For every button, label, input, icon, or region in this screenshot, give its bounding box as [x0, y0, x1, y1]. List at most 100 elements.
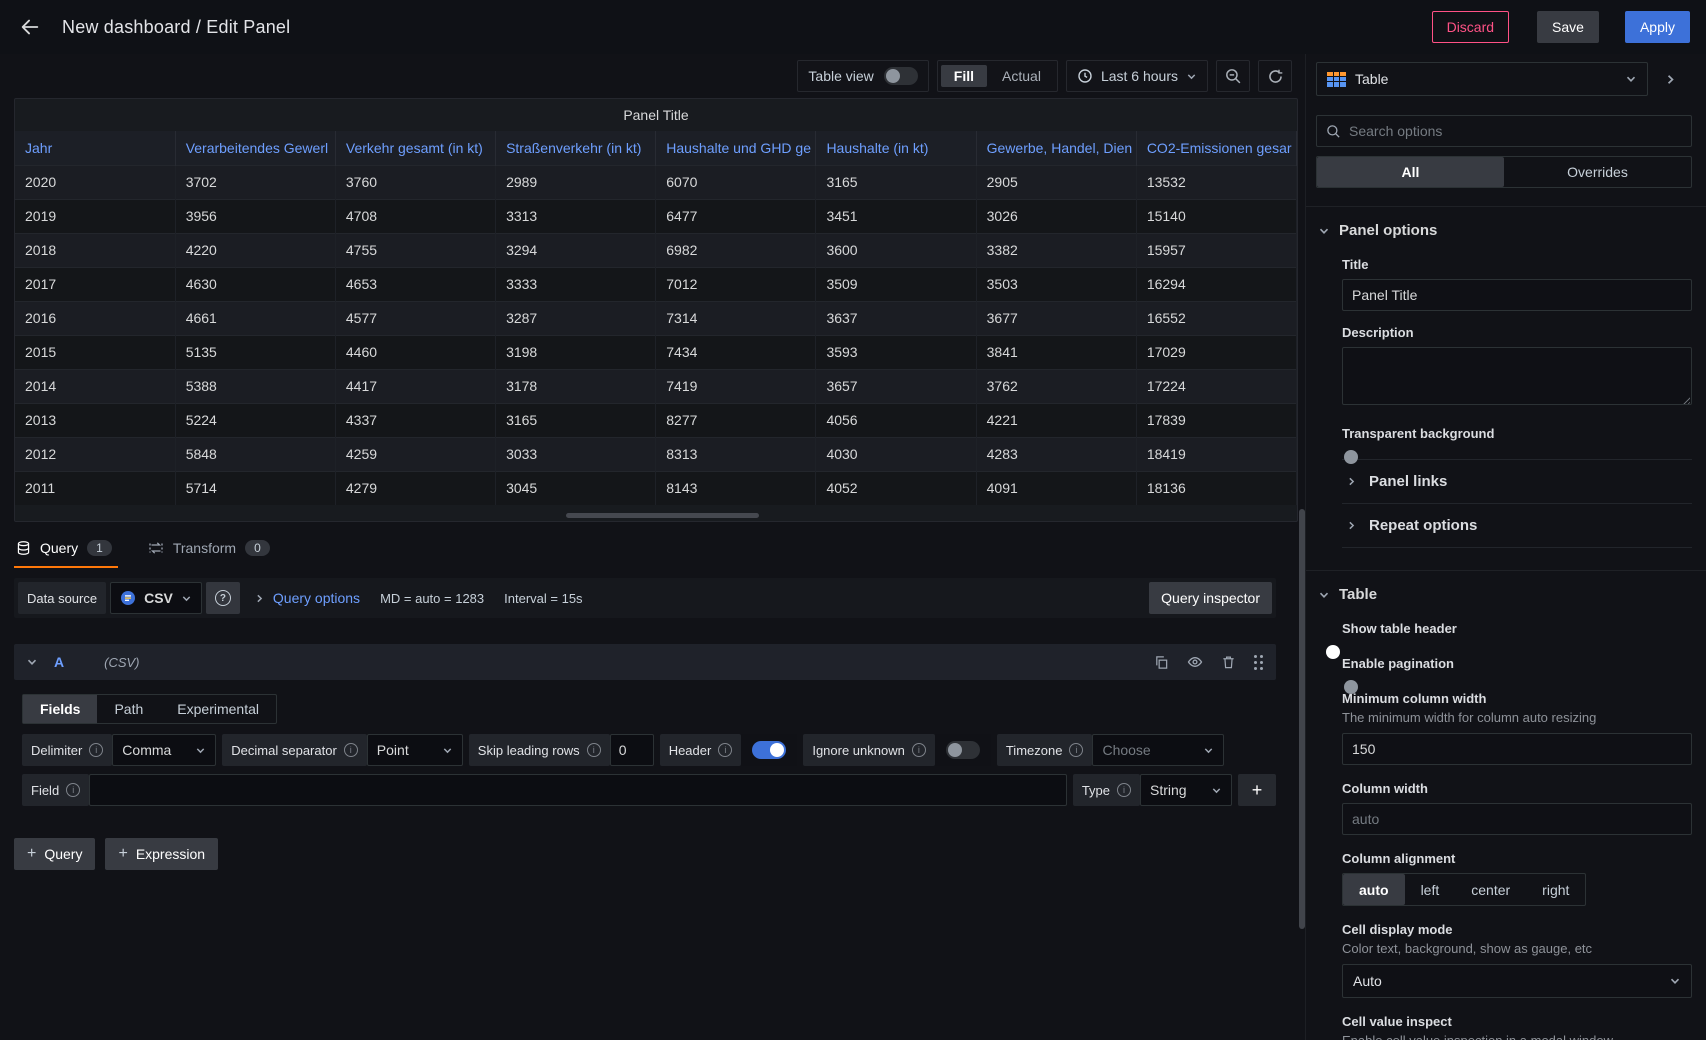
field-name-input[interactable] — [89, 774, 1067, 806]
tab-query[interactable]: Query 1 — [14, 540, 118, 568]
repeat-options-row[interactable]: Repeat options — [1342, 504, 1692, 548]
add-field-button[interactable] — [1238, 774, 1276, 806]
query-ref-id: A — [54, 654, 64, 670]
refresh-button[interactable] — [1258, 60, 1292, 92]
transform-count-badge: 0 — [245, 540, 270, 556]
description-textarea[interactable] — [1342, 347, 1692, 405]
align-center-option[interactable]: center — [1455, 874, 1526, 905]
header-toggle[interactable] — [752, 741, 786, 759]
collapse-sidebar-button[interactable] — [1648, 73, 1692, 86]
fill-option[interactable]: Fill — [941, 65, 987, 87]
tab-overrides[interactable]: Overrides — [1504, 157, 1691, 187]
add-query-button[interactable]: Query — [14, 838, 95, 870]
time-range-label: Last 6 hours — [1101, 68, 1178, 84]
back-arrow-icon[interactable] — [16, 13, 44, 41]
apply-button[interactable]: Apply — [1625, 11, 1690, 43]
chevron-right-icon — [1346, 520, 1357, 531]
table-cell: 3841 — [976, 335, 1136, 369]
column-header[interactable]: CO2-Emissionen gesar — [1136, 131, 1296, 165]
options-search[interactable] — [1316, 115, 1692, 147]
datasource-help-button[interactable] — [206, 582, 240, 614]
option-label: Show table header — [1342, 621, 1692, 636]
panel-collapse-list: Panel links Repeat options — [1342, 459, 1692, 548]
column-header[interactable]: Gewerbe, Handel, Dien — [976, 131, 1136, 165]
options-sidebar: Table All Overrides Panel options Title — [1306, 54, 1706, 1040]
time-range-picker[interactable]: Last 6 hours — [1066, 60, 1208, 92]
column-header[interactable]: Straßenverkehr (in kt) — [496, 131, 656, 165]
chevron-down-icon — [1669, 975, 1681, 987]
table-header-row: JahrVerarbeitendes GewerlVerkehr gesamt … — [15, 131, 1297, 165]
table-cell: 3333 — [496, 267, 656, 301]
vertical-scrollbar[interactable] — [1299, 509, 1305, 929]
pane-divider[interactable] — [1298, 54, 1306, 1040]
cell-display-mode-select[interactable]: Auto — [1342, 964, 1692, 998]
table-cell: 3956 — [175, 199, 335, 233]
panel-options-header[interactable]: Panel options — [1316, 207, 1692, 243]
query-options-link[interactable]: Query options — [273, 590, 360, 606]
align-left-option[interactable]: left — [1405, 874, 1456, 905]
decimal-separator-select[interactable]: Point — [367, 734, 463, 766]
table-view-toggle[interactable] — [884, 67, 918, 85]
visualization-picker[interactable]: Table — [1316, 62, 1648, 96]
table-cell: 3637 — [816, 301, 976, 335]
hide-query-eye-icon[interactable] — [1187, 654, 1203, 670]
align-auto-option[interactable]: auto — [1343, 874, 1405, 905]
delete-trash-icon[interactable] — [1221, 655, 1236, 670]
column-alignment-group: auto left center right — [1342, 873, 1586, 906]
table-cell: 4220 — [175, 233, 335, 267]
duplicate-icon[interactable] — [1154, 655, 1169, 670]
save-button[interactable]: Save — [1537, 11, 1599, 43]
collapse-chevron-icon[interactable] — [26, 656, 38, 668]
table-cell: 3451 — [816, 199, 976, 233]
tab-transform[interactable]: Transform 0 — [146, 540, 276, 568]
panel-links-row[interactable]: Panel links — [1342, 460, 1692, 504]
column-header[interactable]: Haushalte (in kt) — [816, 131, 976, 165]
align-right-option[interactable]: right — [1526, 874, 1585, 905]
discard-button[interactable]: Discard — [1432, 11, 1509, 43]
column-header[interactable]: Verkehr gesamt (in kt) — [335, 131, 495, 165]
actual-option[interactable]: Actual — [989, 65, 1054, 87]
header-field: Header — [660, 734, 798, 766]
zoom-out-button[interactable] — [1216, 60, 1250, 92]
search-icon — [1326, 124, 1341, 139]
column-width-input[interactable] — [1342, 803, 1692, 835]
table-cell: 3178 — [496, 369, 656, 403]
skip-leading-rows-input[interactable] — [610, 734, 654, 766]
decimal-separator-label: Decimal separator — [222, 734, 367, 766]
panel-title-input[interactable] — [1342, 279, 1692, 311]
type-select[interactable]: String — [1140, 774, 1232, 806]
drag-handle-icon[interactable] — [1254, 654, 1264, 670]
tab-all[interactable]: All — [1317, 157, 1504, 187]
table-options-header[interactable]: Table — [1316, 571, 1692, 607]
table-row: 202037023760298960703165290513532 — [15, 165, 1297, 199]
horizontal-scrollbar[interactable] — [566, 513, 758, 518]
ignore-unknown-toggle[interactable] — [946, 741, 980, 759]
plus-icon — [27, 845, 36, 863]
column-header[interactable]: Jahr — [15, 131, 175, 165]
option-description: Color text, background, show as gauge, e… — [1342, 941, 1692, 956]
add-expression-button[interactable]: Expression — [105, 838, 218, 870]
query-options-expander[interactable]: Query options — [254, 590, 360, 606]
table-cell: 2014 — [15, 369, 175, 403]
table-cell: 2020 — [15, 165, 175, 199]
options-search-input[interactable] — [1349, 123, 1682, 139]
query-count-badge: 1 — [87, 540, 112, 556]
tab-path[interactable]: Path — [97, 695, 160, 723]
column-header[interactable]: Haushalte und GHD ge — [656, 131, 816, 165]
column-header[interactable]: Verarbeitendes Gewerl — [175, 131, 335, 165]
query-type-hint: (CSV) — [104, 655, 139, 670]
delimiter-select[interactable]: Comma — [112, 734, 216, 766]
datasource-picker[interactable]: CSV — [110, 582, 202, 614]
min-column-width-input[interactable] — [1342, 733, 1692, 765]
table-cell: 5224 — [175, 403, 335, 437]
csv-editor-tabs: Fields Path Experimental — [22, 694, 277, 724]
query-row-A: A (CSV) Fields Path Experimental Delimit… — [14, 644, 1276, 806]
query-row-header[interactable]: A (CSV) — [14, 644, 1276, 680]
tab-fields[interactable]: Fields — [23, 695, 97, 723]
table-cell: 4755 — [335, 233, 495, 267]
timezone-select[interactable]: Choose — [1092, 734, 1224, 766]
table-cell: 3045 — [496, 471, 656, 505]
enable-pagination-option: Enable pagination — [1342, 656, 1692, 671]
tab-experimental[interactable]: Experimental — [160, 695, 276, 723]
query-inspector-button[interactable]: Query inspector — [1149, 582, 1272, 614]
